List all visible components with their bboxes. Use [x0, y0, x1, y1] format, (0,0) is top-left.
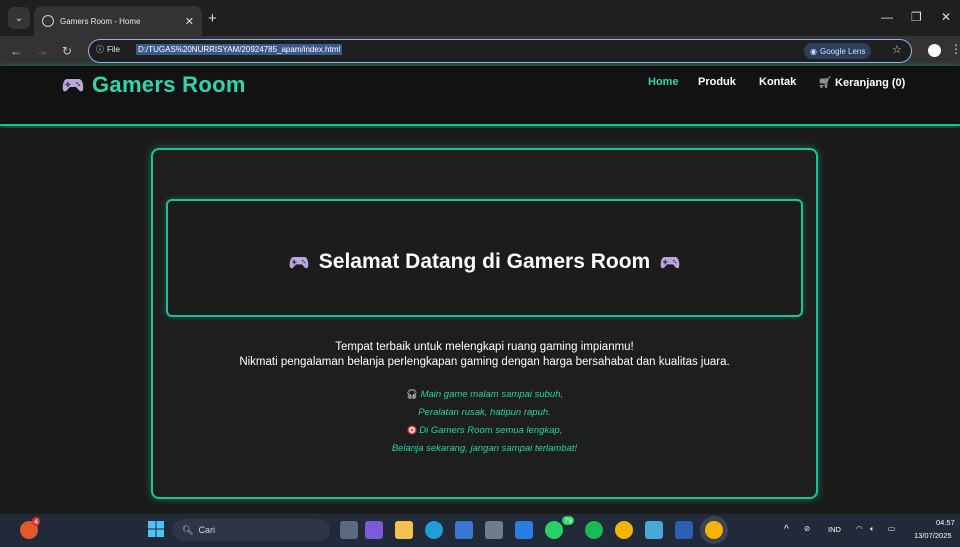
store-icon[interactable]	[455, 521, 473, 539]
site-info-label: File	[107, 45, 120, 54]
nav-kontak[interactable]: Kontak	[759, 76, 796, 88]
lens-icon: ◉	[810, 46, 817, 56]
brand-logo[interactable]: Gamers Room	[62, 72, 246, 98]
quote-text-3: Di Gamers Room semua lengkap,	[419, 425, 563, 436]
close-window-button[interactable]: ✕	[941, 10, 951, 24]
gamepad-icon	[62, 79, 84, 92]
tab-search-button[interactable]: ⌄	[8, 7, 30, 29]
file-explorer-icon[interactable]	[395, 521, 413, 539]
reload-icon[interactable]: ↻	[62, 44, 72, 58]
windows-icon[interactable]	[148, 521, 164, 537]
windows-taskbar	[0, 514, 960, 547]
description-line-2: Nikmati pengalaman belanja perlengkapan …	[239, 356, 730, 368]
battery-icon[interactable]: ▭	[888, 524, 895, 533]
nav-keranjang[interactable]: 🛒︎ Keranjang (0)	[818, 76, 905, 89]
globe-icon	[42, 15, 54, 27]
spotify-icon[interactable]	[585, 521, 603, 539]
clock-time[interactable]: 04.57	[936, 518, 955, 527]
nav-home[interactable]: Home	[648, 76, 679, 88]
word-icon[interactable]	[675, 521, 693, 539]
description-line-1: Tempat terbaik untuk melengkapi ruang ga…	[335, 341, 634, 353]
camera-icon[interactable]	[485, 521, 503, 539]
url-text[interactable]: D:/TUGAS%20NURRISYAM/20924785_apam/index…	[136, 44, 343, 55]
copilot-icon[interactable]	[365, 521, 383, 539]
site-info-chip[interactable]: ⓘ File	[96, 44, 120, 55]
brand-name: Gamers Room	[92, 72, 246, 97]
chrome-active-icon[interactable]	[705, 521, 723, 539]
quote-line-3: Di Gamers Room semua lengkap,	[166, 425, 803, 436]
info-icon: ⓘ	[96, 45, 104, 54]
whatsapp-badge: 79	[562, 516, 575, 525]
chrome-icon[interactable]	[615, 521, 633, 539]
edge-icon[interactable]	[425, 521, 443, 539]
nav-keranjang-label: Keranjang (0)	[835, 77, 906, 89]
language-indicator[interactable]: IND	[828, 525, 841, 534]
network-off-icon[interactable]: ⊘	[804, 524, 810, 533]
clock-date[interactable]: 13/07/2025	[914, 531, 952, 540]
widgets-icon[interactable]	[340, 521, 358, 539]
gamepad-icon	[660, 256, 680, 268]
headphones-icon: 🎧︎	[405, 389, 418, 400]
wifi-icon[interactable]: ◠	[856, 524, 863, 533]
whatsapp-icon[interactable]	[545, 521, 563, 539]
cart-icon: 🛒︎	[818, 77, 832, 89]
gamepad-icon	[289, 256, 309, 268]
tab-close-button[interactable]: ✕	[185, 15, 194, 28]
lens-label: Google Lens	[819, 46, 866, 56]
search-placeholder: Cari	[198, 525, 215, 535]
hero-title: Selamat Datang di Gamers Room	[318, 250, 651, 273]
search-icon: 🔍︎	[182, 524, 194, 535]
vscode-icon[interactable]	[515, 521, 533, 539]
menu-kebab-icon[interactable]: ⋮	[950, 42, 960, 56]
bookmark-star-icon[interactable]: ☆	[892, 43, 902, 56]
back-arrow-icon[interactable]: ←	[10, 44, 22, 58]
nav-produk[interactable]: Produk	[698, 76, 736, 88]
chevron-up-icon[interactable]: ^	[784, 524, 789, 535]
profile-avatar[interactable]	[928, 44, 941, 57]
minimize-button[interactable]: —	[881, 10, 893, 24]
speaker-icon[interactable]: 🔈︎	[870, 524, 875, 534]
quote-line-4: Belanja sekarang, jangan sampai terlamba…	[391, 443, 578, 454]
google-lens-button[interactable]: ◉ Google Lens	[804, 43, 872, 59]
forward-arrow-icon[interactable]: →	[36, 44, 48, 58]
quote-line-1: 🎧︎ Main game malam sampai subuh,	[166, 389, 803, 400]
quote-line-2: Peralatan rusak, hatipun rapuh.	[418, 407, 551, 418]
hero-title-row: Selamat Datang di Gamers Room	[166, 250, 803, 274]
taskbar-search[interactable]: 🔍︎ Cari	[172, 519, 330, 541]
restore-button[interactable]: ❐	[911, 10, 922, 24]
quote-text-1: Main game malam sampai subuh,	[420, 389, 564, 400]
browser-tab[interactable]: Gamers Room - Home ✕	[34, 6, 202, 36]
new-tab-button[interactable]: +	[208, 10, 217, 27]
photos-icon[interactable]	[645, 521, 663, 539]
tab-title: Gamers Room - Home	[60, 16, 141, 26]
target-icon	[407, 425, 417, 435]
